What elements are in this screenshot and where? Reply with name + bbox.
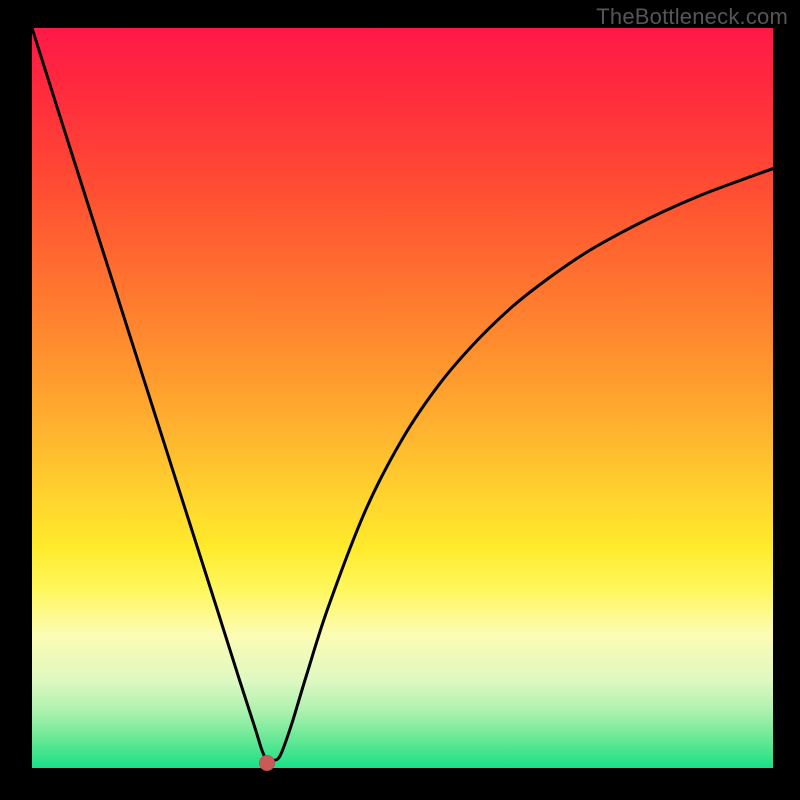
plot-area bbox=[32, 28, 773, 768]
watermark-text: TheBottleneck.com bbox=[596, 4, 788, 30]
chart-frame: TheBottleneck.com bbox=[0, 0, 800, 800]
bottleneck-curve bbox=[32, 28, 773, 768]
optimum-marker bbox=[259, 755, 275, 771]
